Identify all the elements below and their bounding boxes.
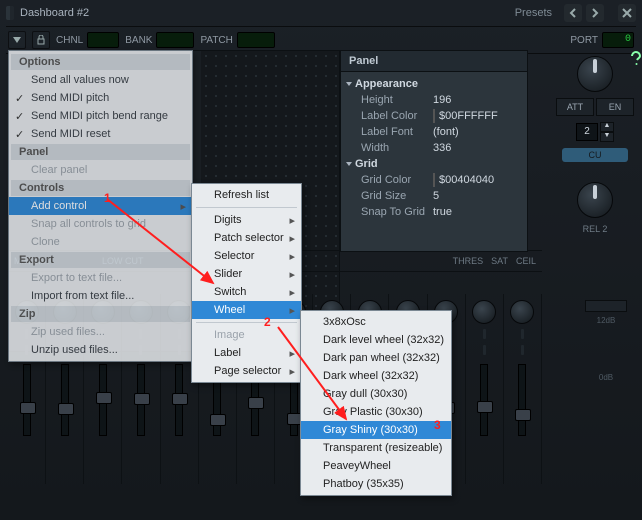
spin-up[interactable]: ▲ [600,122,614,132]
ruler-pad[interactable] [585,300,627,312]
mixer-fader[interactable] [61,364,69,436]
window-titlebar: Dashboard #2 Presets [6,2,636,24]
mixer-pan-knob[interactable] [472,300,496,324]
knob-top[interactable] [577,56,613,92]
drag-handle-icon[interactable] [6,6,14,20]
menu-item[interactable]: ✓Send MIDI pitch bend range [9,107,192,125]
close-button[interactable] [618,4,636,22]
spin-down[interactable]: ▼ [600,132,614,142]
mixer-led [521,329,524,339]
fx-tabs: ATT EN [556,98,634,116]
inspector-row[interactable]: Grid Color$00404040 [347,172,521,188]
inspector-row[interactable]: Grid Size5 [347,188,521,204]
menu-item[interactable]: PeaveyWheel [301,457,451,475]
sat-label: SAT [491,256,508,266]
fx-pill[interactable]: CU [562,148,628,162]
menu-item[interactable]: ✓Send MIDI pitch [9,89,192,107]
ceil-label: CEIL [516,256,536,266]
fx-spin-value: 2 [576,123,598,141]
menu-item: Zip used files... [9,323,192,341]
menu-item: Clear panel [9,161,192,179]
mixer-fader[interactable] [23,364,31,436]
mixer-pan-knob[interactable] [510,300,534,324]
mixer-column [466,294,504,484]
inspector-group[interactable]: Grid [347,156,521,172]
menu-item[interactable]: Transparent (resizeable) [301,439,451,457]
menu-item[interactable]: Unzip used files... [9,341,192,359]
window-title: Dashboard #2 [20,7,89,19]
mixer-led [521,345,524,355]
mixer-column [504,294,542,484]
menu-heading: Zip [11,306,190,322]
bank-chip[interactable]: BANK [125,32,194,48]
channel-chip[interactable]: CHNL [56,32,119,48]
fx-spin[interactable]: 2 ▲▼ [560,122,630,142]
mixer-fader[interactable] [99,364,107,436]
tab-att[interactable]: ATT [556,98,594,116]
menu-item[interactable]: ✓Send MIDI reset [9,125,192,143]
mixer-fader[interactable] [480,364,488,436]
mixer-led [483,329,486,339]
patch-chip[interactable]: PATCH [200,32,274,48]
knob-rel2[interactable] [577,182,613,218]
help-icon[interactable] [628,50,642,69]
menu-item-wheel[interactable]: Wheel▸ [192,301,301,319]
inspector-row[interactable]: Label Color$00FFFFFF [347,108,521,124]
inspector-row[interactable]: Snap To Gridtrue [347,204,521,220]
presets-button[interactable]: Presets [515,7,552,19]
ruler-0db: 0dB [599,373,613,382]
mixer-led [483,345,486,355]
lock-button[interactable] [32,31,50,49]
presets-next-button[interactable] [586,4,604,22]
menu-item[interactable]: Import from text file... [9,287,192,305]
db-ruler: 12dB 0dB [576,300,636,514]
inspector-group[interactable]: Appearance [347,76,521,92]
menu-item[interactable]: Phatboy (35x35) [301,475,451,493]
thres-label: THRES [453,256,484,266]
menu-heading: Controls [11,180,190,196]
fx-side-panel: ATT EN 2 ▲▼ CU REL 2 [552,42,638,302]
menu-heading: Panel [11,144,190,160]
inspector-row[interactable]: Label Font(font) [347,124,521,140]
menu-heading: Options [11,54,190,70]
presets-prev-button[interactable] [564,4,582,22]
ruler-12db: 12dB [597,316,616,325]
knob-rel2-label: REL 2 [552,224,638,234]
menu-dropdown-button[interactable] [8,31,26,49]
inspector-row[interactable]: Height196 [347,92,521,108]
mixer-fader[interactable] [137,364,145,436]
mixer-fader[interactable] [518,364,526,436]
menu-item[interactable]: Send all values now [9,71,192,89]
inspector-row[interactable]: Width336 [347,140,521,156]
inspector-title: Panel [341,51,527,72]
tab-en[interactable]: EN [596,98,634,116]
mixer-fader[interactable] [175,364,183,436]
inspector-panel: Panel AppearanceHeight196Label Color$00F… [340,50,528,252]
